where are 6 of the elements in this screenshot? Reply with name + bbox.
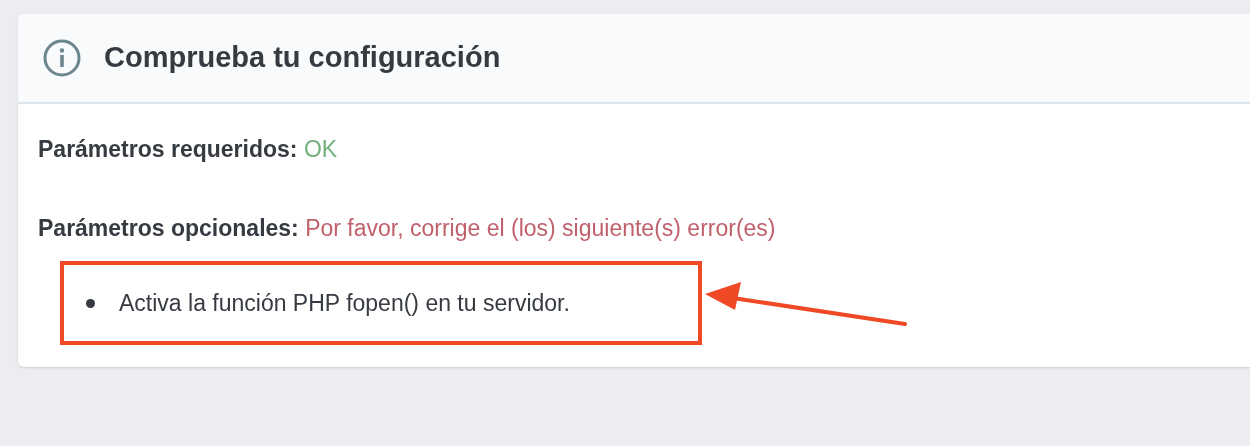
info-icon bbox=[42, 38, 82, 78]
bullet-icon bbox=[86, 298, 95, 308]
check-result: Parámetros requeridos: OK bbox=[38, 135, 339, 164]
error-item: Activa la función PHP fopen() en tu servidor. bbox=[119, 288, 570, 318]
check-result: Parámetros opcionales: Por favor, corrige el (los) siguiente(s) error(es) bbox=[38, 213, 777, 243]
card-title: Comprueba tu configuración bbox=[104, 40, 501, 76]
